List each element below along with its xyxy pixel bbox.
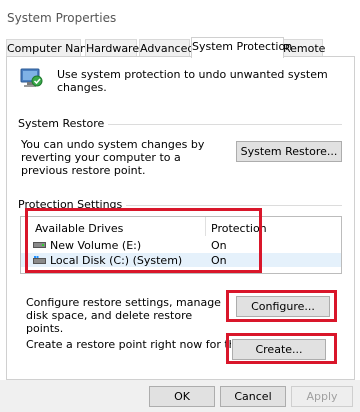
ok-button[interactable]: OK: [149, 386, 215, 407]
create-description: Create a restore point right now for the…: [26, 338, 231, 351]
cancel-button[interactable]: Cancel: [220, 386, 286, 407]
configure-description: Configure restore settings, manage disk …: [26, 296, 221, 335]
apply-button[interactable]: Apply: [291, 386, 353, 407]
intro-text: Use system protection to undo unwanted s…: [57, 68, 328, 94]
system-restore-description: You can undo system changes by reverting…: [21, 138, 205, 177]
title-bar: System Properties: [0, 0, 360, 34]
tab-system-protection[interactable]: System Protection: [191, 37, 292, 58]
system-restore-button[interactable]: System Restore...: [236, 141, 342, 162]
dialog-footer: OK Cancel Apply: [0, 380, 360, 412]
system-protection-icon: [20, 68, 43, 87]
tab-computer-name[interactable]: Computer Name: [6, 39, 98, 57]
tab-hardware[interactable]: Hardware: [85, 39, 139, 57]
drives-highlight-box: [25, 208, 262, 273]
system-restore-label: System Restore: [18, 117, 109, 130]
tab-advanced[interactable]: Advanced: [139, 39, 194, 57]
create-highlight-box: [226, 333, 337, 364]
configure-highlight-box: [226, 290, 337, 322]
window-title: System Properties: [7, 11, 117, 25]
